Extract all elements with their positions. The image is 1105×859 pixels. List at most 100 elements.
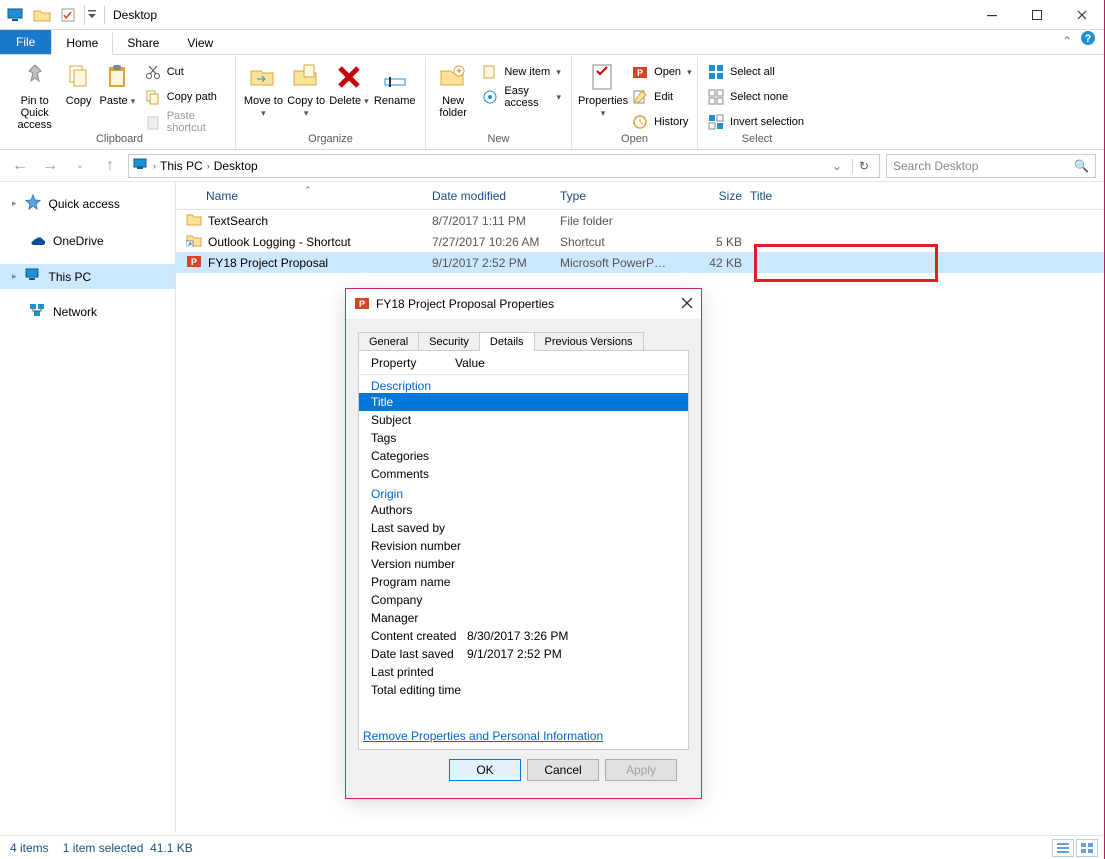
- back-button[interactable]: ←: [8, 154, 32, 178]
- easy-access-button[interactable]: Easy access ▾: [478, 86, 565, 108]
- file-size: 42 KB: [678, 256, 750, 270]
- property-row[interactable]: Manager: [359, 609, 688, 627]
- property-row[interactable]: Company: [359, 591, 688, 609]
- property-row[interactable]: Last printed: [359, 663, 688, 681]
- close-button[interactable]: [1059, 0, 1104, 30]
- new-folder-button[interactable]: ✦ New folder: [432, 57, 474, 119]
- tab-file[interactable]: File: [0, 30, 51, 54]
- paste-button[interactable]: Paste ▾: [98, 57, 137, 107]
- tab-general[interactable]: General: [358, 332, 419, 351]
- tab-security[interactable]: Security: [418, 332, 480, 351]
- help-icon[interactable]: ?: [1080, 30, 1096, 51]
- forward-button[interactable]: →: [38, 154, 62, 178]
- thumbnails-view-button[interactable]: [1076, 839, 1098, 857]
- qat-dropdown-icon[interactable]: [84, 5, 98, 25]
- invert-selection-button[interactable]: Invert selection: [704, 111, 808, 133]
- file-row[interactable]: PFY18 Project Proposal9/1/2017 2:52 PMMi…: [176, 252, 1104, 273]
- navigation-pane: ▸ Quick access OneDrive ▸ This PC Networ…: [0, 182, 176, 832]
- breadcrumb-segment[interactable]: This PC ›: [160, 159, 210, 173]
- column-title[interactable]: Title: [750, 189, 930, 203]
- properties-icon: [587, 61, 619, 93]
- folder-icon: [186, 212, 202, 229]
- column-size[interactable]: Size: [678, 189, 750, 203]
- chevron-down-icon: ▾: [687, 67, 692, 78]
- property-row[interactable]: Subject: [359, 411, 688, 429]
- window-title: Desktop: [113, 8, 157, 22]
- column-type[interactable]: Type: [560, 189, 678, 203]
- dialog-close-button[interactable]: [681, 296, 693, 312]
- properties-button[interactable]: Properties ▾: [578, 57, 628, 119]
- select-none-button[interactable]: Select none: [704, 86, 808, 108]
- cut-button[interactable]: Cut: [141, 61, 229, 83]
- copy-to-button[interactable]: Copy to ▾: [285, 57, 328, 119]
- nav-quick-access[interactable]: ▸ Quick access: [0, 190, 175, 217]
- column-name[interactable]: ⌃Name: [176, 189, 432, 203]
- file-row[interactable]: TextSearch8/7/2017 1:11 PMFile folder: [176, 210, 1104, 231]
- search-icon: 🔍: [1074, 159, 1089, 173]
- property-row[interactable]: Tags: [359, 429, 688, 447]
- property-row[interactable]: Program name: [359, 573, 688, 591]
- edit-button[interactable]: Edit: [628, 86, 695, 108]
- property-name: Last printed: [371, 665, 467, 679]
- cancel-button[interactable]: Cancel: [527, 759, 599, 781]
- file-row[interactable]: Outlook Logging - Shortcut7/27/2017 10:2…: [176, 231, 1104, 252]
- apply-button[interactable]: Apply: [605, 759, 677, 781]
- property-row[interactable]: Categories: [359, 447, 688, 465]
- property-row[interactable]: Content created8/30/2017 3:26 PM: [359, 627, 688, 645]
- remove-properties-link[interactable]: Remove Properties and Personal Informati…: [363, 729, 603, 743]
- breadcrumb-segment[interactable]: Desktop: [214, 159, 258, 173]
- checkbox-item-icon[interactable]: [58, 5, 78, 25]
- paste-shortcut-icon: [145, 114, 161, 130]
- minimize-button[interactable]: [969, 0, 1014, 30]
- pin-to-quick-access-button[interactable]: Pin to Quick access: [10, 57, 59, 131]
- invert-selection-icon: [708, 114, 724, 130]
- tab-share[interactable]: Share: [113, 30, 173, 54]
- cloud-icon: [29, 231, 45, 250]
- history-button[interactable]: History: [628, 111, 695, 133]
- nav-this-pc[interactable]: ▸ This PC: [0, 264, 175, 289]
- property-name: Tags: [371, 431, 467, 445]
- details-view-button[interactable]: [1052, 839, 1074, 857]
- property-row[interactable]: Date last saved9/1/2017 2:52 PM: [359, 645, 688, 663]
- ribbon-group-label: New: [432, 133, 565, 149]
- dropdown-icon[interactable]: ⌄: [826, 159, 848, 173]
- new-item-button[interactable]: New item ▾: [478, 61, 565, 83]
- ok-button[interactable]: OK: [449, 759, 521, 781]
- property-row[interactable]: Authors: [359, 501, 688, 519]
- move-to-button[interactable]: Move to ▾: [242, 57, 285, 119]
- tab-previous-versions[interactable]: Previous Versions: [534, 332, 644, 351]
- search-input[interactable]: Search Desktop 🔍: [886, 154, 1096, 178]
- property-row[interactable]: Total editing time: [359, 681, 688, 699]
- property-name: Revision number: [371, 539, 467, 553]
- tab-view[interactable]: View: [173, 30, 227, 54]
- property-row[interactable]: Revision number: [359, 537, 688, 555]
- paste-shortcut-button[interactable]: Paste shortcut: [141, 111, 229, 133]
- property-row[interactable]: Title: [359, 393, 688, 411]
- tab-details[interactable]: Details: [479, 332, 535, 351]
- property-name: Title: [371, 395, 467, 409]
- select-none-icon: [708, 89, 724, 105]
- maximize-button[interactable]: [1014, 0, 1059, 30]
- up-button[interactable]: ↑: [98, 154, 122, 178]
- nav-network[interactable]: Network: [0, 299, 175, 324]
- open-button[interactable]: POpen ▾: [628, 61, 695, 83]
- pc-icon: [6, 5, 26, 25]
- status-item-count: 4 items: [10, 841, 49, 855]
- delete-button[interactable]: Delete ▾: [328, 57, 371, 107]
- copy-path-button[interactable]: Copy path: [141, 86, 229, 108]
- copy-button[interactable]: Copy: [59, 57, 98, 107]
- minimize-ribbon-icon[interactable]: ⌃: [1062, 34, 1072, 48]
- rename-button[interactable]: Rename: [370, 57, 419, 107]
- property-row[interactable]: Comments: [359, 465, 688, 483]
- select-all-button[interactable]: Select all: [704, 61, 808, 83]
- nav-onedrive[interactable]: OneDrive: [0, 227, 175, 254]
- refresh-icon[interactable]: ↻: [852, 159, 875, 173]
- dialog-title-bar: P FY18 Project Proposal Properties: [346, 289, 701, 319]
- address-bar[interactable]: › This PC › Desktop ⌄ ↻: [128, 154, 880, 178]
- column-date[interactable]: Date modified: [432, 189, 560, 203]
- tab-home[interactable]: Home: [51, 31, 113, 55]
- property-row[interactable]: Version number: [359, 555, 688, 573]
- property-list[interactable]: DescriptionTitleSubjectTagsCategoriesCom…: [359, 375, 688, 717]
- recent-locations-button[interactable]: ⌄: [68, 154, 92, 178]
- property-row[interactable]: Last saved by: [359, 519, 688, 537]
